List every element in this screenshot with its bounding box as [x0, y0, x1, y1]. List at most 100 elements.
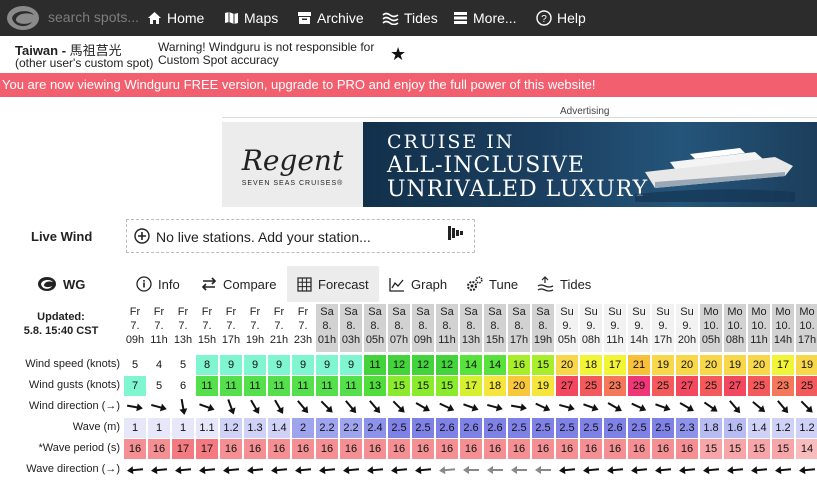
ad-line-2: ALL-INCLUSIVE [387, 153, 585, 178]
tab-info-label: Info [158, 276, 180, 292]
forecast-column-header: Fr 7. 15h [196, 304, 218, 352]
wave-height-cell: 2.5 [532, 418, 554, 438]
row-label-wave-period: *Wave period (s) [38, 442, 120, 454]
wind-direction-arrow-icon [729, 400, 741, 414]
wave-direction-arrow-icon [175, 466, 192, 475]
wind-speed-cell: 20 [556, 355, 578, 375]
header-date: 8. [346, 320, 356, 332]
forecast-column-header: Fr 7. 19h [244, 304, 266, 352]
header-hour: 03h [341, 334, 361, 346]
header-date: 8. [322, 320, 332, 332]
wave-period-cell: 16 [508, 439, 530, 459]
wind-signal-icon [448, 226, 463, 240]
forecast-column-header: Su 9. 14h [628, 304, 650, 352]
wave-period-cell: 16 [412, 439, 434, 459]
wave-period-cell: 16 [292, 439, 314, 459]
wind-gusts-cell: 25 [700, 376, 722, 396]
wave-period-cell: 16 [628, 439, 650, 459]
ad-brand-name: Regent [241, 144, 344, 177]
wind-gusts-cell: 11 [196, 376, 218, 396]
wind-direction-arrow-icon [583, 403, 599, 412]
wave-direction-arrow-icon [463, 466, 479, 474]
wind-speed-cell: 20 [748, 355, 770, 375]
wind-direction-arrow-icon [151, 403, 167, 412]
wave-direction-arrow-icon [679, 466, 696, 475]
favorite-star-icon[interactable]: ★ [390, 44, 406, 65]
nav-help[interactable]: ? Help [536, 7, 586, 29]
wave-height-cell: 1.4 [748, 418, 770, 438]
nav-home[interactable]: Home [147, 7, 204, 29]
header-day: Mo [751, 306, 767, 318]
wind-speed-cell: 14 [484, 355, 506, 375]
wave-direction-arrow-icon [607, 466, 624, 475]
header-hour: 07h [389, 334, 409, 346]
spot-header: Taiwan - 馬祖莒光 (other user's custom spot)… [0, 36, 817, 73]
wave-period-cell: 16 [268, 439, 290, 459]
wind-gusts-cell: 11 [340, 376, 362, 396]
header-day: Fr [201, 306, 213, 318]
row-label-wave: Wave (m) [72, 421, 120, 433]
nav-maps[interactable]: Maps [224, 7, 278, 29]
tab-info[interactable]: Info [136, 266, 180, 302]
wave-direction-arrow-icon [319, 466, 336, 475]
wave-height-cell: 1 [148, 418, 170, 438]
wind-speed-cell: 20 [676, 355, 698, 375]
wind-gusts-cell: 7 [124, 376, 146, 396]
wave-period-cell: 16 [460, 439, 482, 459]
wave-direction-arrow-icon [655, 466, 672, 475]
wind-direction-arrow-icon [487, 403, 503, 412]
nav-tides[interactable]: Tides [382, 7, 438, 29]
wave-period-cell: 16 [484, 439, 506, 459]
wind-gusts-cell: 11 [220, 376, 242, 396]
wave-height-cell: 1.4 [268, 418, 290, 438]
tab-tune[interactable]: Tune [466, 266, 518, 302]
wave-direction-arrow-icon [271, 466, 288, 475]
wave-height-cell: 1.3 [244, 418, 266, 438]
tab-wg[interactable]: WG [37, 266, 85, 302]
wind-speed-cell: 20 [700, 355, 722, 375]
windguru-logo-icon[interactable] [4, 4, 42, 32]
header-day: Sa [320, 306, 334, 318]
wave-period-cell: 15 [700, 439, 722, 459]
header-date: 7. [226, 320, 236, 332]
wave-height-cell: 2.6 [484, 418, 506, 438]
header-hour: 05h [701, 334, 721, 346]
wave-height-cell: 2.5 [556, 418, 578, 438]
wave-period-cell: 15 [724, 439, 746, 459]
nav-more[interactable]: More... [453, 7, 517, 29]
svg-text:?: ? [541, 14, 547, 25]
wind-speed-cell: 9 [316, 355, 338, 375]
header-hour: 15h [197, 334, 217, 346]
header-hour: 05h [557, 334, 577, 346]
advertisement-banner[interactable]: Regent SEVEN SEAS CRUISES® CRUISE IN ALL… [222, 122, 817, 207]
wind-gusts-cell: 25 [652, 376, 674, 396]
forecast-column-header: Sa 8. 15h [484, 304, 506, 352]
forecast-column-header: Mo 10. 11h [748, 304, 770, 352]
header-day: Fr [225, 306, 237, 318]
free-version-banner[interactable]: You are now viewing Windguru FREE versio… [0, 73, 817, 97]
wave-height-cell: 2.6 [460, 418, 482, 438]
tab-graph[interactable]: Graph [389, 266, 447, 302]
wave-period-cell: 16 [436, 439, 458, 459]
add-station-icon[interactable] [134, 228, 150, 244]
header-hour: 17h [221, 334, 241, 346]
nav-more-label: More... [473, 10, 517, 26]
forecast-column-header: Sa 8. 07h [388, 304, 410, 352]
live-wind-add-station[interactable]: No live stations. Add your station... [156, 229, 371, 245]
forecast-column-header: Fr 7. 21h [268, 304, 290, 352]
tab-compare[interactable]: Compare [201, 266, 276, 302]
header-day: Su [608, 306, 622, 318]
search-input[interactable]: search spots... [48, 9, 144, 27]
wind-gusts-cell: 23 [772, 376, 794, 396]
nav-archive[interactable]: Archive [297, 7, 364, 29]
header-date: 8. [370, 320, 380, 332]
header-hour: 09h [125, 334, 145, 346]
header-hour: 09h [413, 334, 433, 346]
header-hour: 20h [677, 334, 697, 346]
tab-forecast[interactable]: Forecast [287, 266, 379, 302]
nav-home-label: Home [167, 10, 205, 26]
wind-direction-arrow-icon [777, 400, 789, 414]
wind-direction-arrow-icon [463, 403, 479, 412]
tab-tides[interactable]: Tides [537, 266, 591, 302]
wind-direction-arrow-icon [703, 401, 718, 412]
